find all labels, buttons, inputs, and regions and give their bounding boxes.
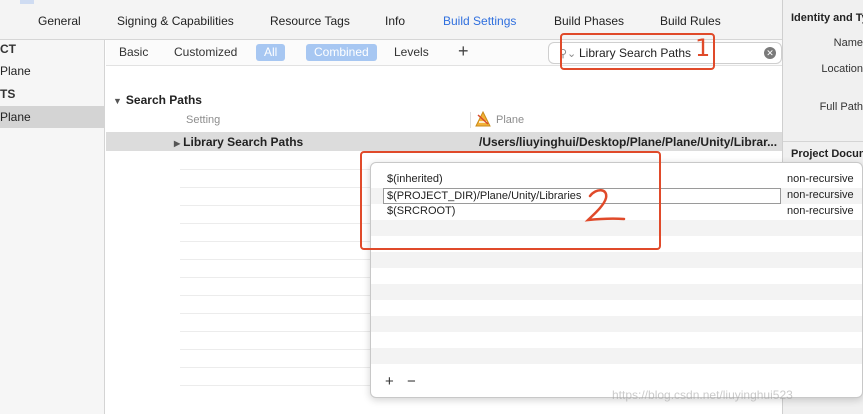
watermark: https://blog.csdn.net/liuyinghui523 [612, 388, 793, 402]
tab-build-phases[interactable]: Build Phases [554, 14, 624, 28]
target-item-plane[interactable]: Plane [0, 106, 104, 128]
grid-line [180, 187, 372, 188]
inspector-title: Identity and Ty [791, 12, 863, 24]
project-item-label: Plane [0, 64, 31, 78]
grid-line [180, 367, 372, 368]
empty-row [371, 348, 862, 364]
inspector-divider [783, 141, 863, 142]
inspector-full-path-label: Full Path [819, 101, 863, 113]
grid-line [180, 223, 372, 224]
project-section-header: CT [0, 42, 16, 56]
project-item-plane[interactable]: Plane [0, 60, 104, 82]
grid-line [180, 241, 372, 242]
recursion-mode[interactable]: non-recursive [787, 189, 854, 201]
grid-line [180, 259, 372, 260]
tab-info[interactable]: Info [385, 14, 405, 28]
grid-line [180, 277, 372, 278]
setting-name: ▶ Library Search Paths [174, 135, 303, 149]
empty-row [371, 252, 862, 268]
grid-line [180, 205, 372, 206]
filter-levels[interactable]: Levels [394, 45, 429, 59]
annotation-mark-2-stroke [584, 189, 626, 222]
grid-line [180, 295, 372, 296]
xcode-target-icon [475, 111, 491, 127]
recursion-mode[interactable]: non-recursive [787, 205, 854, 217]
grid-line [180, 385, 372, 386]
annotation-box-search [560, 33, 715, 70]
inspector-name-label: Name [833, 37, 863, 49]
target-item-label: Plane [0, 110, 31, 124]
annotation-mark-1: 1 [695, 34, 711, 62]
section-title-label: Search Paths [125, 93, 202, 107]
expand-triangle-icon: ▶ [174, 139, 181, 148]
grid-line [180, 331, 372, 332]
project-navigator: CT Plane TS Plane [0, 40, 105, 414]
add-setting-button[interactable]: + [458, 41, 469, 62]
recursion-mode[interactable]: non-recursive [787, 173, 854, 185]
column-header-target: Plane [496, 114, 525, 126]
tab-resource-tags[interactable]: Resource Tags [270, 14, 350, 28]
tab-general[interactable]: General [38, 14, 81, 28]
section-search-paths[interactable]: ▼ Search Paths [113, 93, 202, 107]
setting-row-library-search-paths[interactable]: ▶ Library Search Paths /Users/liuyinghui/… [106, 132, 782, 151]
column-divider [470, 112, 471, 128]
filter-basic[interactable]: Basic [119, 45, 148, 59]
grid-line [180, 349, 372, 350]
column-header-setting: Setting [186, 114, 221, 126]
filter-combined[interactable]: Combined [306, 44, 377, 61]
inspector-location-label: Location [821, 63, 863, 75]
remove-path-button[interactable]: − [407, 373, 416, 390]
tab-bar-edge-marker [20, 0, 34, 4]
add-path-button[interactable]: + [385, 373, 394, 390]
inspector-section-title: Project Docum [791, 148, 863, 160]
setting-value[interactable]: /Users/liuyinghui/Desktop/Plane/Plane/Un… [479, 135, 779, 149]
filter-customized[interactable]: Customized [174, 45, 237, 59]
tab-signing-capabilities[interactable]: Signing & Capabilities [117, 14, 234, 28]
filter-all[interactable]: All [256, 44, 286, 61]
tab-build-rules[interactable]: Build Rules [660, 14, 721, 28]
targets-section-header: TS [0, 87, 16, 101]
empty-row [371, 284, 862, 300]
disclosure-triangle-icon: ▼ [113, 96, 122, 106]
tab-build-settings[interactable]: Build Settings [443, 14, 516, 28]
grid-line [180, 313, 372, 314]
grid-line [180, 169, 372, 170]
setting-name-label: Library Search Paths [183, 135, 304, 149]
empty-row [371, 316, 862, 332]
clear-search-icon[interactable]: ✕ [764, 47, 776, 59]
